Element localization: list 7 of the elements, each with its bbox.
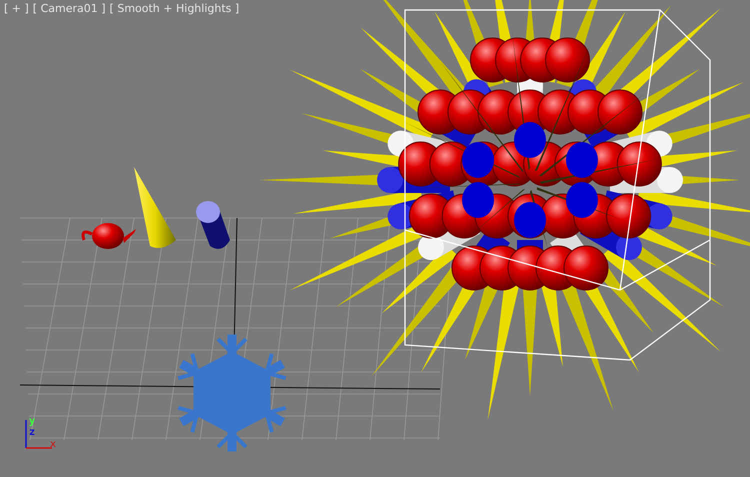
y-axis-label: y	[29, 417, 36, 427]
axis-gizmo-icon	[24, 420, 54, 450]
camera-label[interactable]: [ Camera01 ]	[32, 2, 106, 15]
z-axis-label: z	[29, 428, 36, 438]
x-axis-label: x	[50, 440, 56, 450]
viewport-menu-label[interactable]: [ + ]	[4, 2, 29, 15]
shading-mode-label[interactable]: [ Smooth + Highlights ]	[110, 2, 240, 15]
